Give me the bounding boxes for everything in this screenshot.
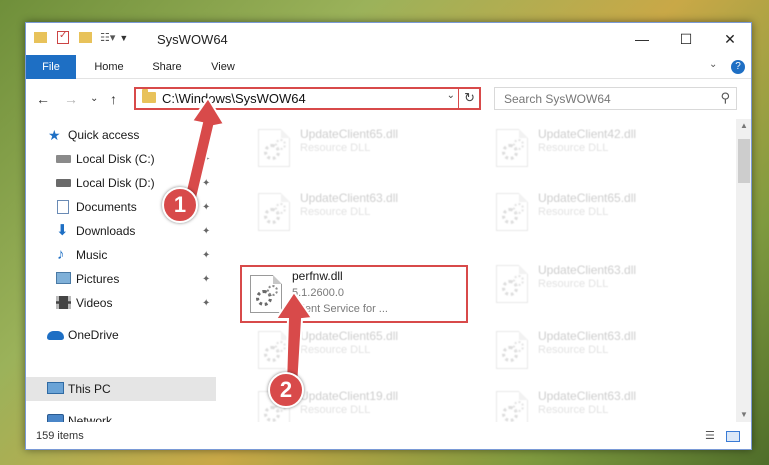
- file-item[interactable]: UpdateClient63.dll Resource DLL: [480, 259, 710, 305]
- sidebar-item-onedrive[interactable]: OneDrive: [26, 323, 216, 347]
- pin-icon[interactable]: ✦: [202, 250, 210, 261]
- file-type: Resource DLL: [300, 206, 371, 218]
- sidebar-item-label: Quick access: [68, 128, 140, 142]
- details-view-icon[interactable]: ☰: [705, 431, 719, 442]
- refresh-icon[interactable]: ↻: [464, 90, 475, 106]
- up-arrow-icon[interactable]: ↑: [110, 91, 117, 107]
- pin-icon[interactable]: ✦: [202, 274, 210, 285]
- sidebar-item-label: This PC: [68, 382, 111, 396]
- quick-access-dropdown-icon[interactable]: ▼: [119, 33, 128, 43]
- minimize-button[interactable]: —: [620, 23, 664, 55]
- file-type: Resource DLL: [538, 206, 609, 218]
- file-name: UpdateClient63.dll: [538, 389, 637, 403]
- dll-file-icon: [496, 265, 528, 303]
- sidebar-item-this-pc[interactable]: This PC: [26, 377, 216, 401]
- file-item[interactable]: UpdateClient63.dll Resource DLL: [242, 187, 472, 233]
- file-type: Resource DLL: [538, 344, 609, 356]
- sidebar-item-label: Local Disk (D:): [76, 176, 155, 190]
- file-name: UpdateClient42.dll: [538, 127, 637, 141]
- sidebar-item-label: Local Disk (C:): [76, 152, 155, 166]
- scroll-down-icon[interactable]: ▼: [736, 408, 751, 422]
- file-name: UpdateClient65.dll: [300, 127, 399, 141]
- drive-icon: [56, 155, 71, 163]
- file-type: Resource DLL: [300, 404, 371, 416]
- close-button[interactable]: ✕: [708, 23, 751, 55]
- folder-icon: [34, 32, 47, 43]
- window-title: SysWOW64: [157, 32, 228, 47]
- sidebar-item-music[interactable]: ♪ Music ✦: [26, 243, 216, 267]
- explorer-window: ✓ ☷▾ ▼ SysWOW64 — ☐ ✕ File Home Share Vi…: [25, 22, 752, 450]
- quick-access-toolbar: ✓ ☷▾ ▼: [34, 30, 128, 44]
- dll-file-icon: [258, 129, 290, 167]
- file-item[interactable]: UpdateClient63.dll Resource DLL: [480, 325, 710, 371]
- file-item[interactable]: UpdateClient65.dll Resource DLL: [480, 187, 710, 233]
- maximize-button[interactable]: ☐: [664, 23, 708, 55]
- dll-file-icon: [496, 129, 528, 167]
- star-icon: ★: [48, 127, 61, 143]
- large-icons-view-icon[interactable]: [726, 431, 740, 442]
- sidebar-item-label: Downloads: [76, 224, 136, 238]
- file-name: perfnw.dll: [292, 269, 343, 283]
- address-divider: [458, 89, 459, 108]
- ribbon-expand-icon[interactable]: ⌄: [709, 59, 717, 70]
- sidebar-item-videos[interactable]: Videos ✦: [26, 291, 216, 315]
- title-bar: ✓ ☷▾ ▼ SysWOW64 — ☐ ✕: [26, 23, 751, 55]
- pictures-icon: [56, 272, 71, 284]
- sidebar-item-label: OneDrive: [68, 328, 119, 342]
- help-icon[interactable]: ?: [731, 60, 745, 74]
- documents-icon: [57, 200, 69, 214]
- properties-icon[interactable]: ✓: [57, 30, 69, 44]
- tab-home[interactable]: Home: [84, 55, 134, 79]
- back-arrow-icon[interactable]: ←: [36, 91, 50, 107]
- dll-file-icon: [258, 193, 290, 231]
- folder-icon: [142, 89, 156, 103]
- dll-file-icon: [496, 193, 528, 231]
- navigation-bar: ← → ⌄ ↑ C:\Windows\SysWOW64 ⌄ ↻ Search S…: [26, 79, 751, 119]
- ribbon-tabs: File Home Share View ⌄ ?: [26, 55, 751, 101]
- search-input[interactable]: Search SysWOW64: [504, 92, 611, 106]
- tab-view[interactable]: View: [198, 55, 248, 79]
- file-type: Resource DLL: [300, 142, 371, 154]
- file-name: UpdateClient63.dll: [300, 191, 399, 205]
- sidebar-item-label: Music: [76, 248, 108, 262]
- sidebar-item-label: Videos: [76, 296, 113, 310]
- dll-file-icon: [496, 331, 528, 369]
- customize-toolbar-icon[interactable]: ☷▾: [100, 31, 115, 44]
- file-name: UpdateClient65.dll: [538, 191, 637, 205]
- sidebar-item-pictures[interactable]: Pictures ✦: [26, 267, 216, 291]
- recent-locations-icon[interactable]: ⌄: [90, 93, 98, 104]
- scrollbar-thumb[interactable]: [738, 139, 750, 183]
- forward-arrow-icon[interactable]: →: [64, 91, 78, 107]
- file-type: Resource DLL: [538, 142, 609, 154]
- step-2-badge: 2: [268, 372, 304, 408]
- drive-icon: [56, 179, 71, 187]
- item-count: 159 items: [36, 430, 84, 442]
- sidebar-item-downloads[interactable]: ⬇ Downloads ✦: [26, 219, 216, 243]
- file-name: UpdateClient63.dll: [538, 263, 637, 277]
- pin-icon[interactable]: ✦: [202, 298, 210, 309]
- pin-icon[interactable]: ✦: [202, 226, 210, 237]
- new-folder-icon[interactable]: [79, 32, 92, 43]
- file-type: Resource DLL: [538, 404, 609, 416]
- sidebar-item-label: Documents: [76, 200, 137, 214]
- file-item[interactable]: UpdateClient42.dll Resource DLL: [480, 123, 710, 169]
- downloads-icon: ⬇: [56, 222, 69, 239]
- scroll-up-icon[interactable]: ▲: [736, 119, 751, 133]
- search-icon[interactable]: ⚲: [720, 90, 730, 106]
- videos-icon: [56, 296, 71, 309]
- music-icon: ♪: [57, 246, 65, 263]
- sidebar-item-label: Pictures: [76, 272, 120, 286]
- file-item[interactable]: UpdateClient65.dll Resource DLL: [242, 123, 472, 169]
- step-1-badge: 1: [162, 187, 198, 223]
- vertical-scrollbar[interactable]: ▲ ▼: [736, 119, 751, 422]
- tab-share[interactable]: Share: [142, 55, 192, 79]
- file-type: Resource DLL: [538, 278, 609, 290]
- address-dropdown-icon[interactable]: ⌄: [447, 90, 455, 101]
- file-name: UpdateClient63.dll: [538, 329, 637, 343]
- onedrive-icon: [47, 331, 64, 340]
- status-bar: 159 items ☰: [26, 422, 751, 449]
- computer-icon: [47, 382, 64, 394]
- search-box[interactable]: Search SysWOW64 ⚲: [494, 87, 737, 110]
